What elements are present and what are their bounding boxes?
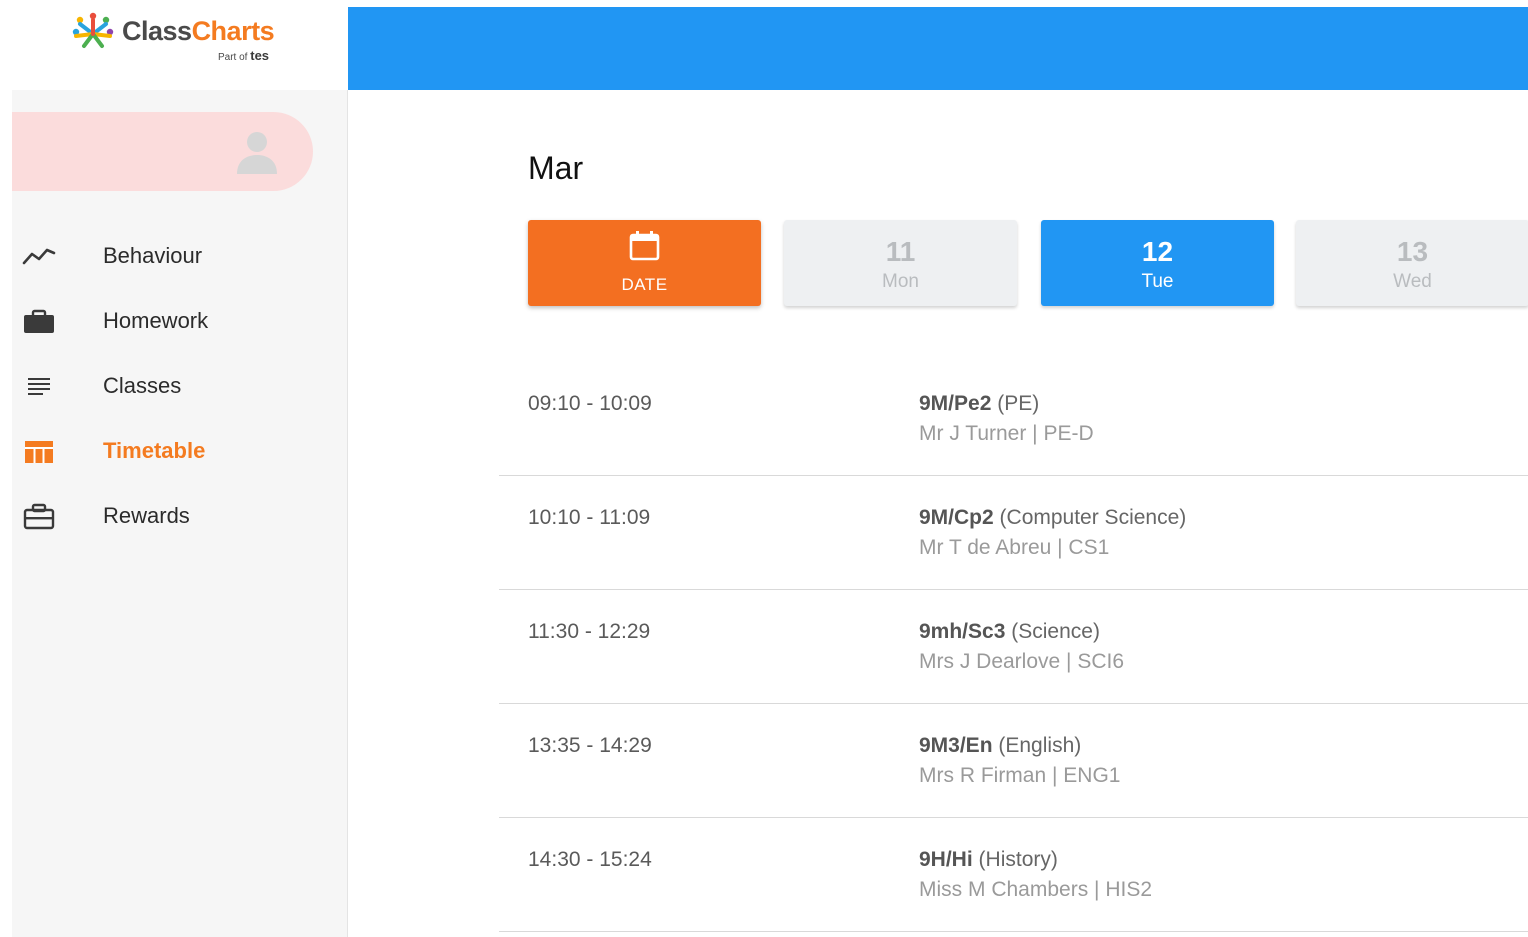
date-selector: DATE 11 Mon 12 Tue 13 Wed — [528, 220, 1528, 312]
lesson-time: 14:30 - 15:24 — [528, 848, 652, 871]
logo-tagline: Part of tes — [218, 48, 269, 63]
day-name: Mon — [882, 271, 919, 292]
logo-class-text: Class — [122, 16, 192, 46]
gift-box-icon — [23, 503, 55, 530]
lesson-info: 9M/Pe2 (PE) Mr J Turner | PE-D — [919, 392, 1094, 446]
lesson-info: 9M/Cp2 (Computer Science) Mr T de Abreu … — [919, 506, 1186, 560]
lesson-subject: (English) — [998, 734, 1082, 757]
lesson-title: 9M/Pe2 (PE) — [919, 392, 1094, 416]
lesson-time: 10:10 - 11:09 — [528, 506, 651, 529]
day-button-tue[interactable]: 12 Tue — [1041, 220, 1274, 306]
sidebar-item-homework[interactable]: Homework — [12, 292, 348, 357]
top-app-bar — [348, 7, 1528, 90]
timetable-grid-icon — [25, 441, 53, 463]
lesson-class-code: 9mh/Sc3 — [919, 620, 1006, 643]
sidebar-item-timetable[interactable]: Timetable — [12, 422, 348, 487]
sidebar-item-rewards[interactable]: Rewards — [12, 487, 348, 552]
day-name: Wed — [1393, 271, 1432, 292]
lesson-row[interactable]: 09:10 - 10:09 9M/Pe2 (PE) Mr J Turner | … — [499, 362, 1528, 476]
lesson-row[interactable]: 10:10 - 11:09 9M/Cp2 (Computer Science) … — [499, 476, 1528, 590]
lesson-teacher-room: Mrs J Dearlove | SCI6 — [919, 650, 1125, 673]
day-button-wed[interactable]: 13 Wed — [1296, 220, 1528, 306]
lesson-title: 9M/Cp2 (Computer Science) — [919, 506, 1186, 530]
lesson-teacher-room: Mr J Turner | PE-D — [919, 422, 1094, 445]
trend-line-icon — [22, 248, 56, 265]
lesson-subject: (Computer Science) — [999, 506, 1187, 529]
lesson-class-code: 9M/Cp2 — [919, 506, 994, 529]
logo-charts-text: Charts — [191, 16, 275, 46]
lesson-class-code: 9M3/En — [919, 734, 993, 757]
lesson-info: 9M3/En (English) Mrs R Firman | ENG1 — [919, 734, 1120, 788]
lesson-row[interactable]: 11:30 - 12:29 9mh/Sc3 (Science) Mrs J De… — [499, 590, 1528, 704]
sidebar-item-label: Homework — [103, 308, 209, 333]
lesson-class-code: 9M/Pe2 — [919, 392, 992, 415]
lesson-time: 09:10 - 10:09 — [528, 392, 652, 415]
lesson-info: 9H/Hi (History) Miss M Chambers | HIS2 — [919, 848, 1152, 902]
lesson-subject: (History) — [978, 848, 1058, 871]
user-silhouette-icon — [237, 132, 277, 174]
lesson-title: 9mh/Sc3 (Science) — [919, 620, 1124, 644]
user-profile-pill[interactable] — [12, 112, 313, 191]
lesson-subject: (Science) — [1011, 620, 1100, 643]
lesson-list: 09:10 - 10:09 9M/Pe2 (PE) Mr J Turner | … — [499, 362, 1528, 932]
lesson-time: 11:30 - 12:29 — [528, 620, 651, 643]
lesson-class-code: 9H/Hi — [919, 848, 973, 871]
day-name: Tue — [1141, 271, 1174, 292]
logo-wordmark: ClassCharts — [122, 16, 275, 47]
logo-tes-text: tes — [250, 48, 270, 63]
lesson-row[interactable]: 13:35 - 14:29 9M3/En (English) Mrs R Fir… — [499, 704, 1528, 818]
sidebar-item-label: Behaviour — [103, 243, 203, 268]
lesson-row[interactable]: 14:30 - 15:24 9H/Hi (History) Miss M Cha… — [499, 818, 1528, 932]
sidebar: Behaviour Homework Classes Timetable Rew… — [12, 90, 348, 937]
briefcase-icon — [24, 309, 54, 333]
calendar-icon — [629, 231, 660, 261]
sidebar-item-label: Timetable — [103, 438, 206, 463]
day-number: 12 — [1141, 236, 1174, 267]
sidebar-nav: Behaviour Homework Classes Timetable Rew… — [12, 227, 348, 552]
lesson-time: 13:35 - 14:29 — [528, 734, 652, 757]
lesson-teacher-room: Mrs R Firman | ENG1 — [919, 764, 1121, 787]
lesson-info: 9mh/Sc3 (Science) Mrs J Dearlove | SCI6 — [919, 620, 1124, 674]
logo-area: ClassCharts Part of tes — [0, 0, 348, 90]
sidebar-item-label: Rewards — [103, 503, 190, 528]
list-lines-icon — [28, 378, 50, 395]
month-heading: Mar — [528, 150, 584, 186]
day-number: 13 — [1396, 236, 1429, 267]
lesson-subject: (PE) — [997, 392, 1040, 415]
lesson-title: 9M3/En (English) — [919, 734, 1120, 758]
day-number: 11 — [885, 236, 916, 267]
lesson-teacher-room: Miss M Chambers | HIS2 — [919, 878, 1152, 901]
sidebar-item-behaviour[interactable]: Behaviour — [12, 227, 348, 292]
lesson-teacher-room: Mr T de Abreu | CS1 — [919, 536, 1110, 559]
people-cluster-logo-icon — [72, 12, 114, 48]
date-picker-label: DATE — [621, 275, 668, 294]
date-picker-button[interactable]: DATE — [528, 220, 761, 306]
logo-tagline-prefix: Part of — [218, 52, 248, 63]
day-button-mon[interactable]: 11 Mon — [784, 220, 1017, 306]
classcharts-logo[interactable]: ClassCharts Part of tes — [68, 10, 288, 66]
sidebar-item-label: Classes — [103, 373, 182, 398]
sidebar-item-classes[interactable]: Classes — [12, 357, 348, 422]
lesson-title: 9H/Hi (History) — [919, 848, 1152, 872]
